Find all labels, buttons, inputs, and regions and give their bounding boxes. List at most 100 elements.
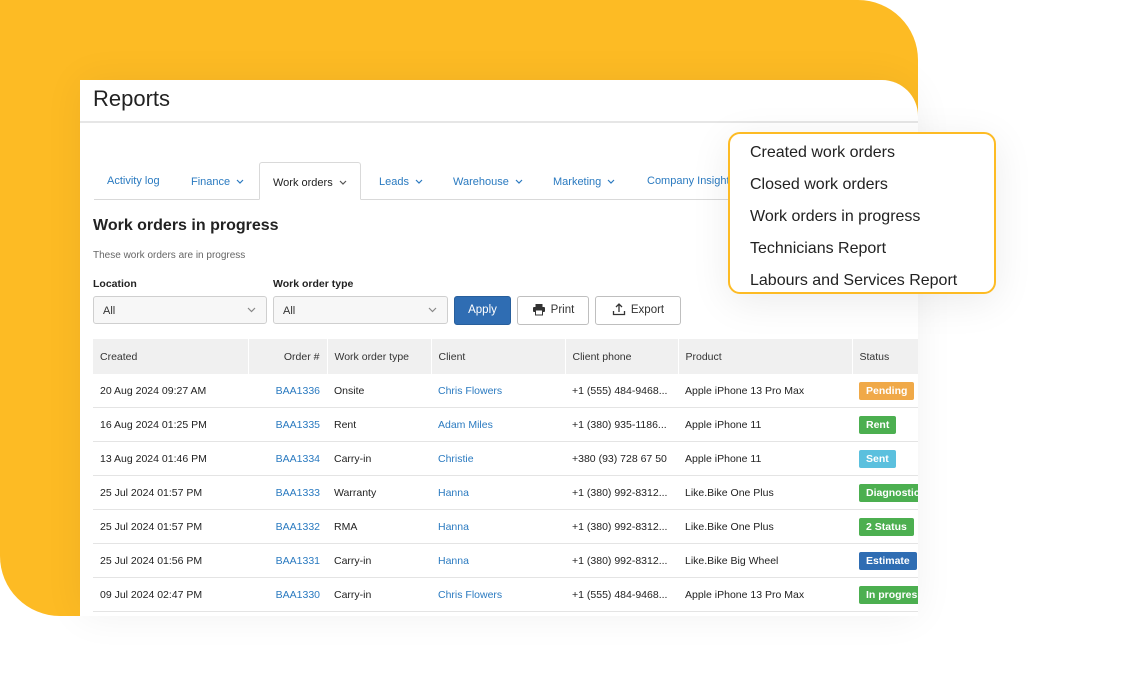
- cell-created: 13 Aug 2024 01:46 PM: [93, 441, 248, 476]
- work-order-type-value: All: [283, 305, 296, 317]
- table-header-row: Created Order # Work order type Client C…: [93, 339, 918, 374]
- status-badge: Rent: [859, 415, 897, 434]
- menu-item-closed-work-orders[interactable]: Closed work orders: [730, 174, 994, 206]
- print-button[interactable]: Print: [517, 296, 589, 325]
- menu-item-created-work-orders[interactable]: Created work orders: [730, 142, 994, 174]
- tab-label: Leads: [379, 176, 409, 188]
- status-badge: In progress: [859, 585, 918, 604]
- tab-label: Company Insight: [647, 175, 730, 187]
- tab-company-insight[interactable]: Company Insight: [647, 162, 730, 198]
- tab-label: Finance: [191, 176, 231, 188]
- cell-product: Like.Bike Big Wheel: [678, 543, 852, 578]
- tab-label: Marketing: [553, 176, 602, 188]
- tab-marketing[interactable]: Marketing: [553, 162, 615, 198]
- cell-phone: +380 (93) 728 67 50: [565, 441, 678, 476]
- tab-warehouse[interactable]: Warehouse: [453, 162, 523, 198]
- cell-client-link[interactable]: Hanna: [431, 475, 565, 510]
- work-order-type-select[interactable]: All: [273, 296, 448, 324]
- cell-created: 25 Jul 2024 01:57 PM: [93, 509, 248, 544]
- column-header-created[interactable]: Created: [93, 339, 249, 374]
- column-header-order[interactable]: Order #: [248, 339, 328, 374]
- export-label: Export: [630, 304, 665, 316]
- status-badge: Estimate: [859, 551, 917, 570]
- cell-order-link[interactable]: BAA1333: [248, 475, 327, 510]
- cell-phone: +1 (380) 992-8312...: [565, 509, 678, 544]
- apply-button[interactable]: Apply: [454, 296, 511, 325]
- chevron-down-icon: [428, 297, 437, 325]
- section-subtitle: These work orders are in progress: [93, 250, 246, 261]
- cell-phone: +1 (380) 992-8312...: [565, 475, 678, 510]
- cell-type: Onsite: [327, 374, 431, 408]
- cell-status: Estimate: [852, 543, 918, 578]
- printer-icon: [532, 304, 551, 316]
- cell-order-link[interactable]: BAA1335: [248, 407, 327, 442]
- column-header-client[interactable]: Client: [431, 339, 566, 374]
- cell-client-link[interactable]: Hanna: [431, 509, 565, 544]
- work-orders-table: Created Order # Work order type Client C…: [93, 339, 918, 612]
- table-row[interactable]: 25 Jul 2024 01:56 PM BAA1331 Carry-in Hanna…: [93, 543, 918, 578]
- cell-order-link[interactable]: BAA1331: [248, 543, 327, 578]
- cell-client-link[interactable]: Chris Flowers: [431, 374, 565, 408]
- cell-created: 25 Jul 2024 01:57 PM: [93, 475, 248, 510]
- status-badge: Sent: [859, 449, 896, 468]
- cell-type: Carry-in: [327, 577, 431, 612]
- cell-type: Carry-in: [327, 441, 431, 476]
- cell-client-link[interactable]: Hanna: [431, 543, 565, 578]
- menu-item-technicians-report[interactable]: Technicians Report: [730, 238, 994, 270]
- tab-leads[interactable]: Leads: [379, 162, 423, 198]
- tab-finance[interactable]: Finance: [191, 162, 244, 198]
- cell-created: 20 Aug 2024 09:27 AM: [93, 374, 248, 408]
- cell-order-link[interactable]: BAA1330: [248, 577, 327, 612]
- tab-activity-log[interactable]: Activity log: [107, 162, 160, 198]
- cell-status: Sent: [852, 441, 918, 476]
- table-row[interactable]: 25 Jul 2024 01:57 PM BAA1333 Warranty Hanna…: [93, 475, 918, 510]
- work-orders-dropdown-menu: Created work orders Closed work orders W…: [728, 132, 996, 294]
- location-label: Location: [93, 278, 137, 290]
- cell-type: RMA: [327, 509, 431, 544]
- cell-order-link[interactable]: BAA1336: [248, 374, 327, 408]
- table-row[interactable]: 09 Jul 2024 02:47 PM BAA1330 Carry-in Chris…: [93, 577, 918, 612]
- cell-client-link[interactable]: Adam Miles: [431, 407, 565, 442]
- cell-client-link[interactable]: Christie: [431, 441, 565, 476]
- divider: [80, 121, 918, 123]
- page-title: Reports: [93, 86, 171, 111]
- table-row[interactable]: 20 Aug 2024 09:27 AM BAA1336 Onsite Chris F…: [93, 374, 918, 408]
- column-header-type[interactable]: Work order type: [327, 339, 432, 374]
- column-header-product[interactable]: Product: [678, 339, 853, 374]
- location-select[interactable]: All: [93, 296, 267, 324]
- cell-order-link[interactable]: BAA1334: [248, 441, 327, 476]
- cell-created: 25 Jul 2024 01:56 PM: [93, 543, 248, 578]
- menu-item-labours-services-report[interactable]: Labours and Services Report: [730, 270, 994, 302]
- cell-type: Carry-in: [327, 543, 431, 578]
- cell-phone: +1 (555) 484-9468...: [565, 374, 678, 408]
- export-button[interactable]: Export: [595, 296, 681, 325]
- cell-created: 09 Jul 2024 02:47 PM: [93, 577, 248, 612]
- chevron-down-icon: [607, 162, 615, 200]
- cell-status: In progress: [852, 577, 918, 612]
- table-row[interactable]: 25 Jul 2024 01:57 PM BAA1332 RMA Hanna +1 (3…: [93, 509, 918, 544]
- cell-product: Apple iPhone 13 Pro Max: [678, 577, 852, 612]
- status-badge: 2 Status: [859, 517, 914, 536]
- tab-work-orders[interactable]: Work orders: [259, 162, 361, 200]
- cell-type: Warranty: [327, 475, 431, 510]
- cell-product: Apple iPhone 11: [678, 441, 852, 476]
- print-label: Print: [550, 304, 575, 316]
- column-header-status[interactable]: Status: [852, 339, 918, 374]
- table-row[interactable]: 13 Aug 2024 01:46 PM BAA1334 Carry-in Chris…: [93, 441, 918, 476]
- cell-status: Pending: [852, 374, 918, 408]
- cell-product: Like.Bike One Plus: [678, 509, 852, 544]
- cell-created: 16 Aug 2024 01:25 PM: [93, 407, 248, 442]
- location-value: All: [103, 305, 116, 317]
- chevron-down-icon: [247, 297, 256, 325]
- cell-client-link[interactable]: Chris Flowers: [431, 577, 565, 612]
- status-badge: Pending: [859, 381, 915, 400]
- apply-label: Apply: [468, 304, 497, 316]
- table-row[interactable]: 16 Aug 2024 01:25 PM BAA1335 Rent Adam Mile…: [93, 407, 918, 442]
- menu-item-work-orders-in-progress[interactable]: Work orders in progress: [730, 206, 994, 238]
- cell-order-link[interactable]: BAA1332: [248, 509, 327, 544]
- column-header-phone[interactable]: Client phone: [565, 339, 679, 374]
- cell-product: Apple iPhone 11: [678, 407, 852, 442]
- cell-type: Rent: [327, 407, 431, 442]
- tab-label: Work orders: [273, 177, 333, 189]
- cell-phone: +1 (380) 935-1186...: [565, 407, 678, 442]
